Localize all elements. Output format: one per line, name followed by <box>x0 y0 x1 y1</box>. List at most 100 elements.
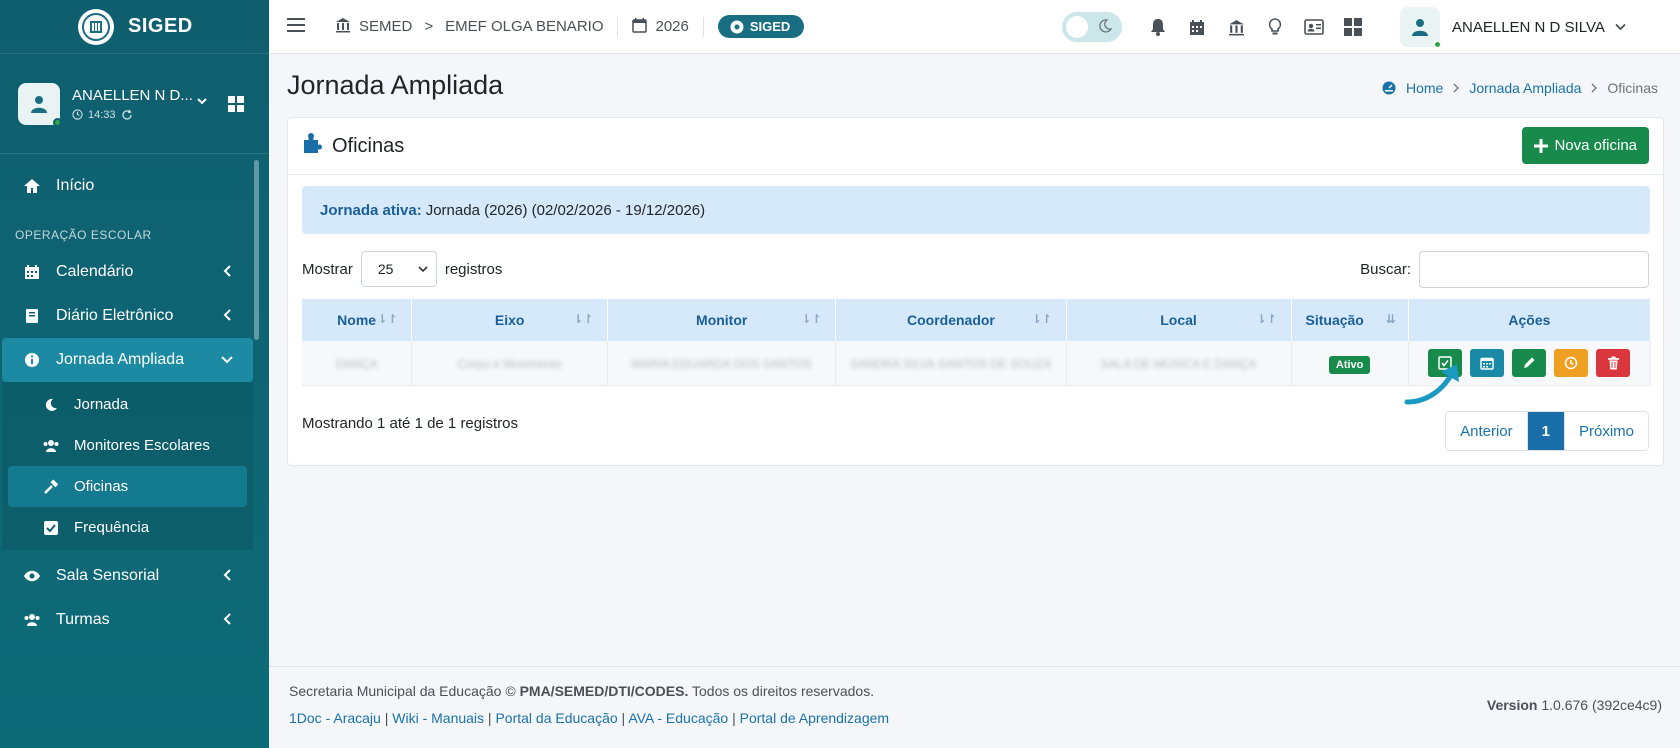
secretariat-link[interactable]: SEMED <box>359 18 412 35</box>
sidebar-item-jornada-ampliada[interactable]: Jornada Ampliada <box>2 338 253 382</box>
pagination-previous[interactable]: Anterior <box>1446 412 1527 450</box>
search-input[interactable] <box>1419 251 1649 288</box>
chevron-left-icon <box>223 264 233 280</box>
search-label: Buscar: <box>1360 261 1411 278</box>
online-status-dot <box>1433 40 1442 49</box>
footer-link-1doc[interactable]: 1Doc - Aracaju <box>289 710 381 726</box>
chevron-down-icon[interactable] <box>196 94 208 110</box>
breadcrumb-separator: > <box>424 18 434 35</box>
column-header-nome[interactable]: Nome ⇂↾ <box>302 299 413 341</box>
trash-icon <box>1607 356 1619 370</box>
calendar-icon <box>22 264 42 280</box>
year-selector[interactable]: 2026 <box>655 18 688 35</box>
sidebar-item-label: Turmas <box>56 611 110 628</box>
badge-label: SIGED <box>749 19 791 34</box>
footer-link-ava[interactable]: AVA - Educação <box>628 710 728 726</box>
calendar-icon[interactable] <box>1187 17 1207 37</box>
users-icon <box>42 439 60 453</box>
footer-link-wiki[interactable]: Wiki - Manuais <box>392 710 484 726</box>
pagination-next[interactable]: Próximo <box>1565 412 1648 450</box>
breadcrumb-jornada-ampliada[interactable]: Jornada Ampliada <box>1469 80 1581 96</box>
schedule-button[interactable] <box>1470 348 1505 377</box>
column-header-situacao[interactable]: Situação ⇊ <box>1291 299 1409 341</box>
pagination-page-1[interactable]: 1 <box>1526 412 1565 450</box>
sort-icon: ⇂↾ <box>1256 312 1277 326</box>
bell-icon[interactable] <box>1148 17 1168 37</box>
sidebar-item-turmas[interactable]: Turmas <box>0 598 269 642</box>
sidebar-item-sala-sensorial[interactable]: Sala Sensorial <box>0 554 269 598</box>
chevron-left-icon <box>223 308 233 324</box>
column-header-coordenador[interactable]: Coordenador ⇂↾ <box>835 299 1067 341</box>
breadcrumb-separator <box>1453 80 1460 96</box>
school-selector[interactable]: EMEF OLGA BENARIO <box>445 18 603 35</box>
column-header-eixo[interactable]: Eixo ⇂↾ <box>411 299 609 341</box>
sort-icon: ⇊ <box>1385 312 1396 326</box>
user-icon <box>31 95 47 113</box>
lightbulb-icon[interactable] <box>1265 17 1285 37</box>
footer-link-portal-aprendizagem[interactable]: Portal de Aprendizagem <box>740 710 889 726</box>
sidebar-item-inicio[interactable]: Início <box>0 164 269 208</box>
sort-icon: ⇂↾ <box>573 312 594 326</box>
check-square-icon <box>42 520 60 535</box>
footer-link-portal-educacao[interactable]: Portal da Educação <box>495 710 617 726</box>
user-icon <box>1412 19 1428 36</box>
delete-button[interactable] <box>1596 348 1631 377</box>
sort-icon: ⇂↾ <box>1031 312 1052 326</box>
table-info: Mostrando 1 até 1 de 1 registros <box>302 415 518 432</box>
clock-icon <box>1565 356 1578 369</box>
dashboard-icon <box>1382 81 1396 95</box>
sidebar-scrollbar[interactable] <box>254 160 259 340</box>
breadcrumb-home[interactable]: Home <box>1406 80 1443 96</box>
user-avatar <box>18 82 62 127</box>
chevron-down-icon <box>221 352 233 368</box>
puzzle-icon <box>302 132 324 160</box>
id-card-icon[interactable] <box>1304 17 1324 37</box>
sidebar-item-calendario[interactable]: Calendário <box>0 250 269 294</box>
menu-icon[interactable] <box>287 17 305 37</box>
siged-badge[interactable]: SIGED <box>717 15 805 38</box>
moon-icon <box>42 398 60 412</box>
oficinas-card: Oficinas Nova oficina Jornada ativa: Jor… <box>287 117 1664 466</box>
column-header-acoes: Ações <box>1408 299 1652 341</box>
topbar-user-name: ANAELLEN N D SILVA <box>1452 18 1605 36</box>
copyright-org: PMA/SEMED/DTI/CODES. <box>519 683 689 699</box>
select-value: 25 <box>377 261 394 277</box>
breadcrumb-separator <box>1591 80 1598 96</box>
sidebar-item-frequencia[interactable]: Frequência <box>2 507 253 548</box>
sort-icon: ⇂↾ <box>801 312 822 326</box>
chevron-down-icon <box>1615 18 1626 36</box>
sidebar-item-monitores[interactable]: Monitores Escolares <box>2 425 253 466</box>
sidebar-item-oficinas[interactable]: Oficinas <box>8 466 247 507</box>
page-length-select[interactable]: 25 <box>360 251 437 287</box>
sidebar-item-label: Jornada <box>74 396 129 413</box>
user-menu[interactable]: ANAELLEN N D SILVA <box>1400 7 1626 49</box>
cell-coordenador: SANDRA SILVA SANTOS DE SOUZA <box>835 341 1067 386</box>
brand[interactable]: SIGED <box>0 0 269 54</box>
sidebar-item-jornada[interactable]: Jornada <box>2 384 253 425</box>
refresh-icon[interactable] <box>121 109 133 121</box>
pagination: Anterior 1 Próximo <box>1445 411 1649 451</box>
chevron-left-icon <box>223 568 233 584</box>
sidebar-item-diario[interactable]: Diário Eletrônico <box>0 294 269 338</box>
dark-mode-toggle[interactable] <box>1062 12 1122 42</box>
column-header-local[interactable]: Local ⇂↾ <box>1066 299 1292 341</box>
clock-icon <box>72 109 83 120</box>
cell-situacao: Ativo <box>1291 341 1409 386</box>
sidebar: SIGED ANAELLEN N D... 14:33 Início OPERA… <box>0 0 269 748</box>
apps-grid-icon[interactable] <box>1343 17 1363 37</box>
sidebar-item-label: Diário Eletrônico <box>56 307 174 324</box>
sidebar-user-name: ANAELLEN N D... <box>72 86 193 104</box>
copyright-rights: Todos os direitos reservados. <box>692 683 875 699</box>
alert-label: Jornada ativa: <box>320 201 422 219</box>
status-badge: Ativo <box>1328 355 1371 374</box>
apps-grid-icon[interactable] <box>228 96 244 117</box>
eye-icon <box>22 570 42 582</box>
institution-icon[interactable] <box>1226 17 1246 37</box>
brand-logo-icon <box>78 8 114 45</box>
history-button[interactable] <box>1554 348 1589 377</box>
book-icon <box>22 308 42 324</box>
jornada-submenu: Jornada Monitores Escolares Oficinas Fre… <box>2 382 253 550</box>
column-header-monitor[interactable]: Monitor ⇂↾ <box>607 299 837 341</box>
nova-oficina-button[interactable]: Nova oficina <box>1522 127 1649 164</box>
edit-button[interactable] <box>1512 348 1547 377</box>
